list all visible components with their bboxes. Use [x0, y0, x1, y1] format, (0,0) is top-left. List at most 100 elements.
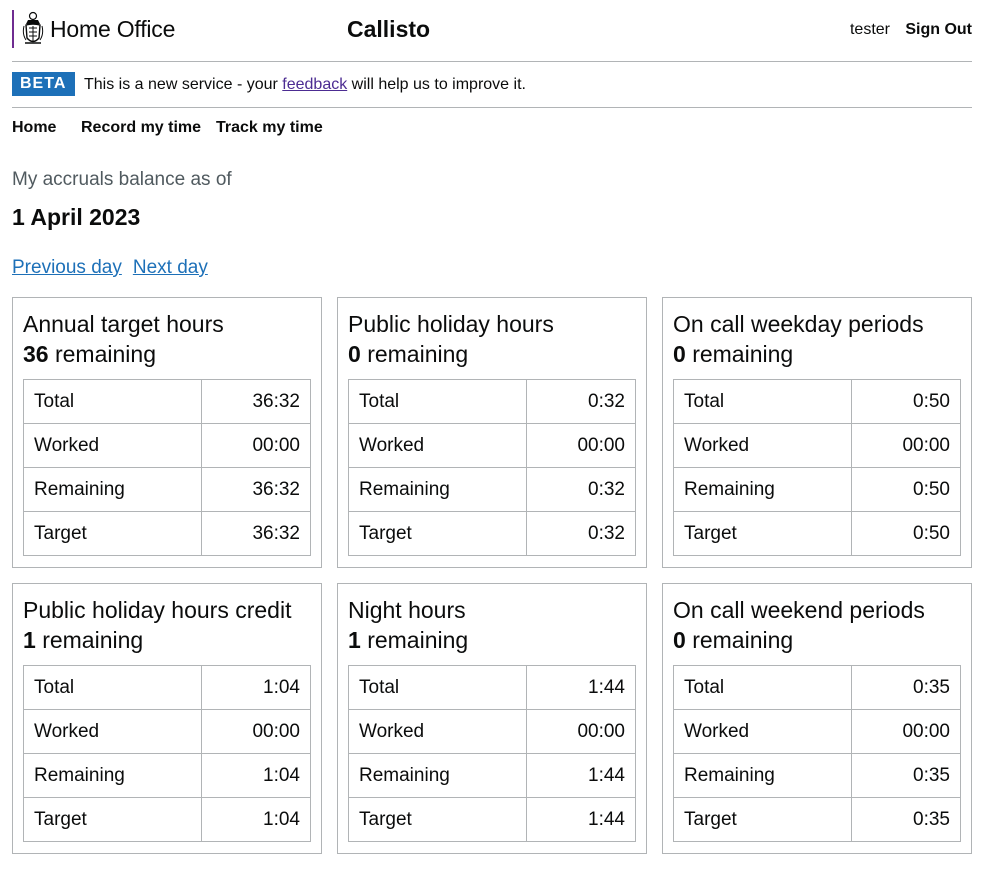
phase-banner-text: This is a new service - your feedback wi… [84, 76, 526, 94]
card-title: On call weekday periods [673, 311, 924, 337]
remaining-label: remaining [42, 627, 144, 653]
phase-banner: BETA This is a new service - your feedba… [12, 62, 972, 108]
row-value: 1:04 [200, 665, 312, 710]
royal-crest-icon [22, 11, 44, 44]
page-title: 1 April 2023 [12, 204, 141, 230]
row-label: Total [673, 379, 852, 424]
nav-track-my-time[interactable]: Track my time [216, 119, 323, 137]
row-label: Worked [348, 423, 527, 468]
row-label: Target [23, 511, 202, 556]
table-row: Worked 00:00 [673, 709, 962, 754]
table-row: Total 0:32 [348, 379, 637, 424]
row-value: 00:00 [525, 709, 637, 754]
row-label: Remaining [23, 467, 202, 512]
table-row: Remaining 36:32 [23, 467, 312, 512]
row-value: 1:44 [525, 753, 637, 798]
card-title: On call weekend periods [673, 597, 925, 623]
sign-out-link[interactable]: Sign Out [905, 21, 972, 39]
row-label: Target [673, 511, 852, 556]
row-label: Total [348, 665, 527, 710]
row-value: 1:44 [525, 797, 637, 842]
card-title: Public holiday hours credit [23, 597, 292, 623]
card-remaining: 0 remaining [348, 339, 636, 369]
org-name: Home Office [50, 16, 176, 42]
row-label: Remaining [348, 753, 527, 798]
row-value: 0:35 [850, 665, 962, 710]
card-remaining: 36 remaining [23, 339, 311, 369]
table-row: Total 0:50 [673, 379, 962, 424]
table-row: Remaining 0:35 [673, 753, 962, 798]
accrual-table: Total 0:50 Worked 00:00 Remaining 0:50 Target 0… [673, 379, 962, 556]
remaining-value: 36 [23, 341, 49, 367]
phase-text-before: This is a new service - your [84, 76, 283, 93]
table-row: Worked 00:00 [348, 709, 637, 754]
row-label: Target [348, 797, 527, 842]
table-row: Target 1:04 [23, 797, 312, 842]
row-value: 00:00 [525, 423, 637, 468]
row-label: Target [673, 797, 852, 842]
row-value: 0:35 [850, 753, 962, 798]
table-row: Remaining 1:44 [348, 753, 637, 798]
beta-tag: BETA [12, 72, 76, 96]
table-row: Worked 00:00 [23, 709, 312, 754]
accrual-card: Public holiday hours 0 remaining Total 0:32… [337, 297, 647, 568]
service-name[interactable]: Callisto [347, 16, 430, 43]
card-title: Night hours [348, 597, 466, 623]
card-title: Public holiday hours [348, 311, 554, 337]
table-row: Target 36:32 [23, 511, 312, 556]
row-label: Remaining [673, 467, 852, 512]
row-value: 0:35 [850, 797, 962, 842]
row-label: Worked [348, 709, 527, 754]
table-row: Total 1:44 [348, 665, 637, 710]
nav-home[interactable]: Home [12, 119, 56, 137]
accrual-card: Annual target hours 36 remaining Total 36:3… [12, 297, 322, 568]
table-row: Remaining 0:50 [673, 467, 962, 512]
row-label: Remaining [673, 753, 852, 798]
remaining-value: 0 [673, 341, 686, 367]
next-day-link[interactable]: Next day [133, 257, 208, 278]
row-label: Remaining [23, 753, 202, 798]
card-remaining: 1 remaining [23, 625, 311, 655]
table-row: Remaining 1:04 [23, 753, 312, 798]
row-value: 0:32 [525, 511, 637, 556]
previous-day-link[interactable]: Previous day [12, 257, 122, 278]
row-label: Worked [23, 709, 202, 754]
accrual-table: Total 36:32 Worked 00:00 Remaining 36:32 Targe… [23, 379, 312, 556]
row-value: 36:32 [200, 511, 312, 556]
remaining-label: remaining [692, 627, 794, 653]
row-value: 1:44 [525, 665, 637, 710]
phase-text-after: will help us to improve it. [347, 76, 526, 93]
table-row: Worked 00:00 [348, 423, 637, 468]
row-value: 36:32 [200, 379, 312, 424]
row-label: Target [348, 511, 527, 556]
accrual-card: Night hours 1 remaining Total 1:44 Worked 00:… [337, 583, 647, 854]
brand-bar [12, 10, 14, 48]
table-row: Total 36:32 [23, 379, 312, 424]
accrual-table: Total 1:04 Worked 00:00 Remaining 1:04 Target 1… [23, 665, 312, 842]
row-label: Total [23, 379, 202, 424]
row-value: 1:04 [200, 753, 312, 798]
accrual-card: On call weekend periods 0 remaining Total 0… [662, 583, 972, 854]
nav-record-my-time[interactable]: Record my time [81, 119, 201, 137]
feedback-link[interactable]: feedback [282, 76, 347, 93]
row-label: Total [23, 665, 202, 710]
table-row: Total 1:04 [23, 665, 312, 710]
row-label: Worked [673, 423, 852, 468]
header: Home Office Callisto tester Sign Out [12, 0, 972, 62]
row-value: 00:00 [200, 423, 312, 468]
row-label: Total [348, 379, 527, 424]
table-row: Worked 00:00 [23, 423, 312, 468]
table-row: Target 0:50 [673, 511, 962, 556]
remaining-value: 1 [348, 627, 361, 653]
row-label: Worked [23, 423, 202, 468]
row-label: Total [673, 665, 852, 710]
table-row: Target 1:44 [348, 797, 637, 842]
card-remaining: 1 remaining [348, 625, 636, 655]
accrual-table: Total 0:35 Worked 00:00 Remaining 0:35 Target 0… [673, 665, 962, 842]
row-value: 0:50 [850, 511, 962, 556]
row-value: 36:32 [200, 467, 312, 512]
remaining-label: remaining [54, 341, 156, 367]
remaining-label: remaining [367, 341, 469, 367]
card-title: Annual target hours [23, 311, 224, 337]
row-label: Target [23, 797, 202, 842]
